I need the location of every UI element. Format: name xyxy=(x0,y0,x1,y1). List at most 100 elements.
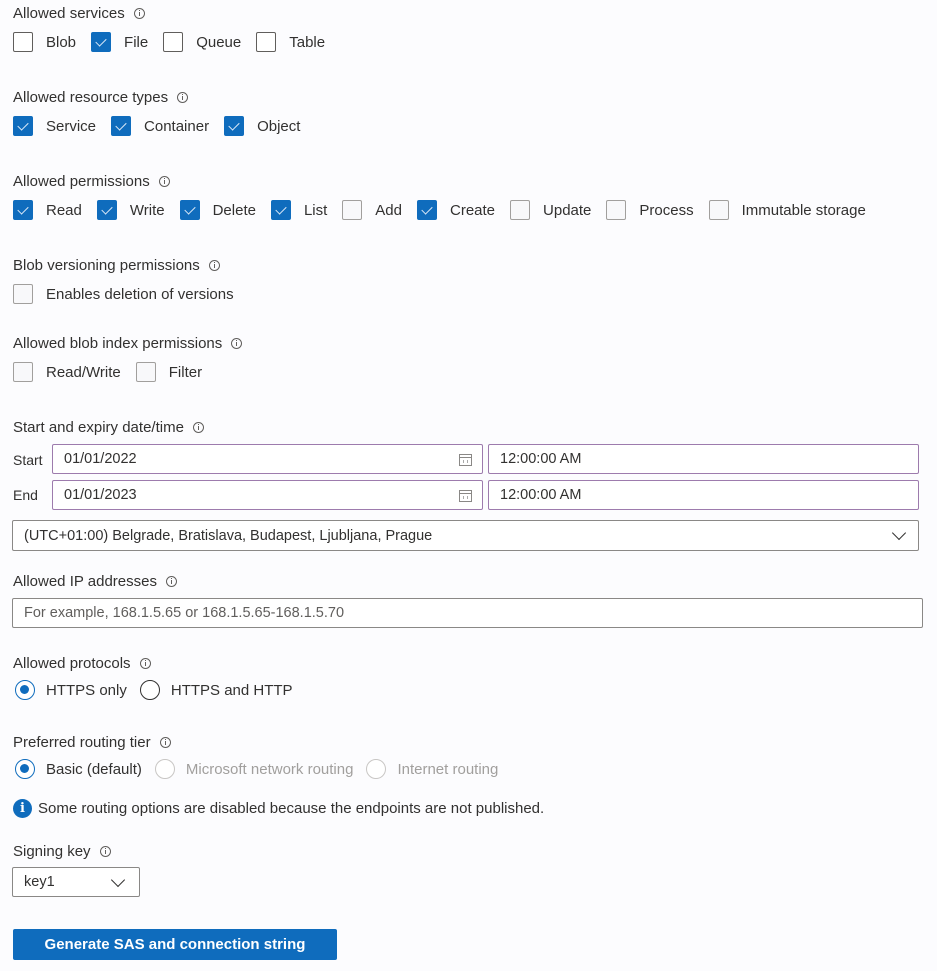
checkbox-enables-deletion-of-versions[interactable]: Enables deletion of versions xyxy=(13,284,234,304)
allowed-resource-types-text: Allowed resource types xyxy=(13,89,169,106)
checkbox-box[interactable] xyxy=(417,200,437,220)
radio-circle[interactable] xyxy=(15,759,35,779)
checkbox-service[interactable]: Service xyxy=(13,116,96,136)
checkbox-box[interactable] xyxy=(179,200,200,220)
checkbox-box[interactable] xyxy=(163,32,184,52)
checkbox-read-write[interactable]: Read/Write xyxy=(13,362,121,382)
info-icon[interactable] xyxy=(99,846,111,857)
checkbox-box[interactable] xyxy=(256,32,277,52)
checkbox-blob[interactable]: Blob xyxy=(13,32,76,52)
signing-key-value: key1 xyxy=(24,874,55,890)
checkbox-label: Object xyxy=(257,117,301,135)
allowed-permissions-group: Read Write Delete List Add Create Update… xyxy=(13,200,866,220)
radio-label: HTTPS only xyxy=(46,681,127,699)
routing-tier-text: Preferred routing tier xyxy=(13,734,151,751)
radio-label: Basic (default) xyxy=(46,760,142,778)
calendar-icon[interactable] xyxy=(459,454,472,466)
checkbox-box[interactable] xyxy=(135,362,156,382)
checkbox-create[interactable]: Create xyxy=(417,200,495,220)
info-icon[interactable] xyxy=(231,338,243,349)
generate-sas-button[interactable]: Generate SAS and connection string xyxy=(13,929,337,960)
start-expiry-label: Start and expiry date/time xyxy=(13,419,204,436)
calendar-icon[interactable] xyxy=(459,490,472,502)
info-icon[interactable] xyxy=(133,8,145,19)
checkbox-box[interactable] xyxy=(708,200,729,220)
checkbox-box[interactable] xyxy=(510,200,531,220)
chevron-down-icon xyxy=(110,872,126,888)
routing-tier-group: Basic (default) Microsoft network routin… xyxy=(15,759,511,779)
end-date-input[interactable]: 01/01/2023 xyxy=(52,480,483,510)
checkbox-label: Blob xyxy=(46,33,77,51)
radio-microsoft-network-routing: Microsoft network routing xyxy=(154,759,353,779)
checkbox-file[interactable]: File xyxy=(91,32,148,52)
checkbox-add[interactable]: Add xyxy=(342,200,402,220)
checkbox-update[interactable]: Update xyxy=(510,200,591,220)
allowed-resource-types-group: Service Container Object xyxy=(13,116,315,136)
info-icon[interactable] xyxy=(208,260,220,271)
timezone-dropdown[interactable]: (UTC+01:00) Belgrade, Bratislava, Budape… xyxy=(12,520,919,551)
radio-basic-default[interactable]: Basic (default) xyxy=(15,759,142,779)
checkbox-box[interactable] xyxy=(13,32,33,52)
end-time-input[interactable]: 12:00:00 AM xyxy=(488,480,919,510)
radio-circle xyxy=(154,759,175,779)
checkbox-delete[interactable]: Delete xyxy=(179,200,256,220)
radio-https-and-http[interactable]: HTTPS and HTTP xyxy=(139,680,293,700)
checkbox-container[interactable]: Container xyxy=(111,116,209,136)
blob-index-text: Allowed blob index permissions xyxy=(13,335,223,352)
checkbox-box[interactable] xyxy=(13,284,33,304)
signing-key-dropdown[interactable]: key1 xyxy=(12,867,140,897)
checkbox-box[interactable] xyxy=(606,200,627,220)
checkbox-filter[interactable]: Filter xyxy=(135,362,202,382)
checkbox-box[interactable] xyxy=(96,200,117,220)
checkbox-label: Delete xyxy=(212,201,256,219)
radio-circle[interactable] xyxy=(15,680,35,700)
checkbox-box[interactable] xyxy=(13,200,33,220)
checkbox-label: Read xyxy=(46,201,82,219)
radio-circle[interactable] xyxy=(139,680,160,700)
checkbox-box[interactable] xyxy=(111,116,132,136)
info-icon[interactable] xyxy=(139,658,151,669)
info-icon[interactable] xyxy=(159,737,171,748)
checkbox-box[interactable] xyxy=(91,32,112,52)
checkbox-box[interactable] xyxy=(13,116,33,136)
checkbox-box[interactable] xyxy=(13,362,33,382)
allowed-resource-types-label: Allowed resource types xyxy=(13,89,189,106)
signing-key-label: Signing key xyxy=(13,843,111,860)
checkbox-table[interactable]: Table xyxy=(256,32,325,52)
checkbox-object[interactable]: Object xyxy=(224,116,300,136)
info-icon[interactable] xyxy=(192,422,204,433)
radio-label: Internet routing xyxy=(397,760,499,778)
routing-info-message: i Some routing options are disabled beca… xyxy=(13,799,544,818)
checkbox-box[interactable] xyxy=(224,116,245,136)
checkbox-queue[interactable]: Queue xyxy=(163,32,241,52)
info-icon[interactable] xyxy=(165,576,177,587)
allowed-ip-input[interactable]: For example, 168.1.5.65 or 168.1.5.65-16… xyxy=(12,598,923,628)
checkbox-immutable-storage[interactable]: Immutable storage xyxy=(708,200,866,220)
allowed-ip-placeholder: For example, 168.1.5.65 or 168.1.5.65-16… xyxy=(24,605,345,621)
checkbox-label: Enables deletion of versions xyxy=(46,285,234,303)
start-time-value: 12:00:00 AM xyxy=(500,451,582,467)
checkbox-label: Update xyxy=(543,201,592,219)
checkbox-box[interactable] xyxy=(270,200,291,220)
radio-https-only[interactable]: HTTPS only xyxy=(15,680,127,700)
info-icon[interactable] xyxy=(158,176,170,187)
checkbox-label: Add xyxy=(375,201,402,219)
allowed-permissions-text: Allowed permissions xyxy=(13,173,150,190)
checkbox-write[interactable]: Write xyxy=(96,200,165,220)
checkbox-label: Queue xyxy=(196,33,242,51)
checkbox-read[interactable]: Read xyxy=(13,200,82,220)
checkbox-process[interactable]: Process xyxy=(606,200,694,220)
info-filled-icon: i xyxy=(13,799,32,818)
radio-circle xyxy=(366,759,387,779)
checkbox-label: Process xyxy=(639,201,694,219)
start-time-input[interactable]: 12:00:00 AM xyxy=(488,444,919,474)
checkbox-list[interactable]: List xyxy=(270,200,327,220)
timezone-value: (UTC+01:00) Belgrade, Bratislava, Budape… xyxy=(24,527,433,544)
checkbox-label: Immutable storage xyxy=(741,201,866,219)
checkbox-box[interactable] xyxy=(342,200,363,220)
end-time-value: 12:00:00 AM xyxy=(500,487,582,503)
blob-versioning-label: Blob versioning permissions xyxy=(13,257,220,274)
start-date-input[interactable]: 01/01/2022 xyxy=(52,444,483,474)
blob-index-label: Allowed blob index permissions xyxy=(13,335,243,352)
info-icon[interactable] xyxy=(177,92,189,103)
